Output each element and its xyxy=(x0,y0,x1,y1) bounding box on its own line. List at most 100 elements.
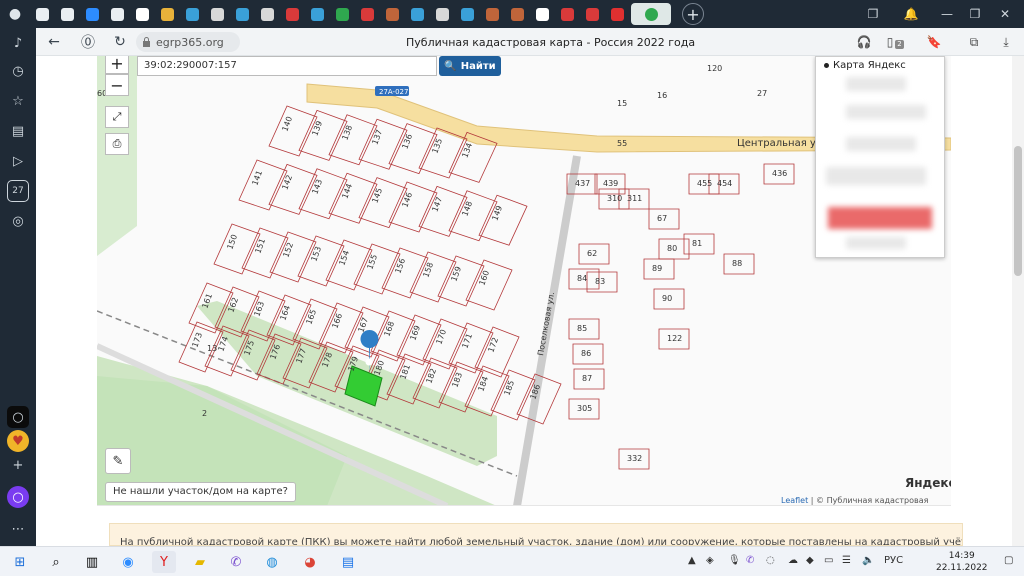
parcel-label: 182 xyxy=(424,367,438,384)
browser-tab[interactable] xyxy=(456,3,479,25)
bookmark-icon[interactable]: 🔖 xyxy=(924,32,944,52)
assistant-icon[interactable]: ○ xyxy=(7,406,29,428)
reader-icon[interactable]: ▯ 2 xyxy=(880,32,904,52)
viber-tray-icon[interactable]: ✆ xyxy=(746,555,754,566)
url-field[interactable]: egrp365.org xyxy=(136,32,240,52)
browser-tab[interactable] xyxy=(81,3,104,25)
notification-center-icon[interactable]: ▢ xyxy=(1004,555,1013,566)
parcel-label-east: 305 xyxy=(577,404,592,413)
browser-tab[interactable] xyxy=(156,3,179,25)
browser-tab[interactable] xyxy=(381,3,404,25)
active-tab[interactable] xyxy=(631,3,671,25)
task-view-icon[interactable]: ▥ xyxy=(80,551,104,573)
screen-icon[interactable]: ▭ xyxy=(824,555,833,566)
browser-tab[interactable] xyxy=(31,3,54,25)
add-panel-icon[interactable]: + xyxy=(7,454,29,476)
mic-icon[interactable]: 🎙 xyxy=(728,555,741,566)
favorites-icon[interactable]: ☆ xyxy=(7,90,29,112)
browser-tab[interactable] xyxy=(406,3,429,25)
zoom-out-label: − xyxy=(110,75,124,95)
ruler-icon[interactable]: ✎ xyxy=(105,448,131,474)
parcel-label-east: 84 xyxy=(577,274,587,283)
calendar-icon[interactable]: 27 xyxy=(7,180,29,202)
heart-app-icon[interactable]: ♥ xyxy=(7,430,29,452)
browser-tab[interactable] xyxy=(306,3,329,25)
zoom-out-button[interactable]: − xyxy=(105,74,129,96)
collections-icon[interactable]: ▤ xyxy=(7,120,29,142)
headphones-icon[interactable]: 🎧 xyxy=(854,32,874,52)
minimize-button[interactable]: — xyxy=(934,4,960,24)
not-found-link[interactable]: Не нашли участок/дом на карте? xyxy=(105,482,296,502)
browser-tab[interactable] xyxy=(106,3,129,25)
download-icon[interactable]: ⤓ xyxy=(996,32,1016,52)
tray-up-icon[interactable]: ▲ xyxy=(688,555,696,566)
parcel-label: 152 xyxy=(281,241,295,258)
layer-yandex-radio[interactable]: Карта Яндекс xyxy=(824,60,906,71)
browser-tab[interactable] xyxy=(331,3,354,25)
browser-tab[interactable] xyxy=(356,3,379,25)
viber-icon[interactable]: ✆ xyxy=(224,551,248,573)
parcel-label: 171 xyxy=(460,332,474,349)
tab-manager-icon[interactable]: ❐ xyxy=(860,4,886,24)
windows-start-icon[interactable]: ⊞ xyxy=(8,551,32,573)
search-button[interactable]: 🔍 Найти xyxy=(439,56,501,76)
layer-switcher[interactable]: Карта Яндекс xyxy=(815,56,945,258)
scroll-thumb[interactable] xyxy=(1014,146,1022,276)
restore-button[interactable]: ❐ xyxy=(962,4,988,24)
parcel-label-east: 436 xyxy=(772,169,787,178)
zoom-in-button[interactable]: + xyxy=(105,56,129,74)
mail-icon xyxy=(61,7,74,21)
browser-tab[interactable] xyxy=(256,3,279,25)
browser-tab[interactable] xyxy=(556,3,579,25)
extensions-icon[interactable]: ⧉ xyxy=(964,32,984,52)
browser-tab[interactable] xyxy=(431,3,454,25)
yandex-home-icon[interactable]: ⓪ xyxy=(78,32,98,52)
leaflet-link[interactable]: Leaflet xyxy=(781,496,808,505)
bell-icon[interactable]: ♪ xyxy=(7,32,29,54)
file-explorer-icon[interactable]: ▰ xyxy=(188,551,212,573)
browser-tab[interactable] xyxy=(206,3,229,25)
yandex-browser-icon[interactable]: Y xyxy=(152,551,176,573)
browser-tab[interactable] xyxy=(531,3,554,25)
profile-icon[interactable]: ● xyxy=(0,0,30,28)
browser-tab[interactable] xyxy=(506,3,529,25)
chat-icon[interactable]: ◌ xyxy=(766,555,775,566)
zoom-app-icon[interactable]: ◉ xyxy=(116,551,140,573)
reload-button[interactable]: ↻ xyxy=(110,32,130,52)
cadastral-search-input[interactable]: 39:02:290007:157 xyxy=(137,56,437,76)
camera-icon[interactable]: ◎ xyxy=(7,210,29,232)
tray-app-icon[interactable]: ◈ xyxy=(706,555,714,566)
volume-icon[interactable]: 🔈 xyxy=(862,555,874,566)
back-button[interactable]: ← xyxy=(44,32,64,52)
browser-tab[interactable] xyxy=(581,3,604,25)
app-tray-icon[interactable]: ◆ xyxy=(806,555,814,566)
docs-icon[interactable]: ▤ xyxy=(336,551,360,573)
browser-tab[interactable] xyxy=(131,3,154,25)
cloud-icon[interactable]: ☁ xyxy=(788,555,798,566)
fullscreen-icon[interactable]: ⤢ xyxy=(105,106,129,128)
print-icon[interactable]: ⎙ xyxy=(105,133,129,155)
browser-tab[interactable] xyxy=(231,3,254,25)
new-tab-button[interactable]: + xyxy=(682,3,704,25)
more-icon[interactable]: ⋯ xyxy=(7,518,29,540)
page-scrollbar[interactable] xyxy=(1012,56,1024,546)
alice-icon[interactable]: ○ xyxy=(7,486,29,508)
browser-tab[interactable] xyxy=(181,3,204,25)
close-button[interactable]: ✕ xyxy=(992,4,1018,24)
network-icon[interactable]: ☰ xyxy=(842,555,851,566)
history-icon[interactable]: ◷ xyxy=(7,60,29,82)
parcel-label-east: 454 xyxy=(717,179,732,188)
cadastral-map[interactable]: 140 139 138 137 136 135 134 141 142 143 144 145 146 1… xyxy=(97,56,951,506)
address-bar: ← ⓪ ↻ egrp365.org Публичная кадастровая … xyxy=(36,28,1024,56)
browser-tab[interactable] xyxy=(56,3,79,25)
browser-tab[interactable] xyxy=(281,3,304,25)
input-language[interactable]: РУС xyxy=(884,555,903,566)
video-icon[interactable]: ▷ xyxy=(7,150,29,172)
browser-tab[interactable] xyxy=(481,3,504,25)
notifications-icon[interactable]: 🔔 xyxy=(898,4,924,24)
browser-tab[interactable] xyxy=(606,3,629,25)
search-taskbar-icon[interactable]: ⌕ xyxy=(44,551,68,573)
edge-icon[interactable]: ◍ xyxy=(260,551,284,573)
system-clock[interactable]: 14:39 22.11.2022 xyxy=(936,550,988,574)
chrome-icon[interactable]: ◕ xyxy=(298,551,322,573)
